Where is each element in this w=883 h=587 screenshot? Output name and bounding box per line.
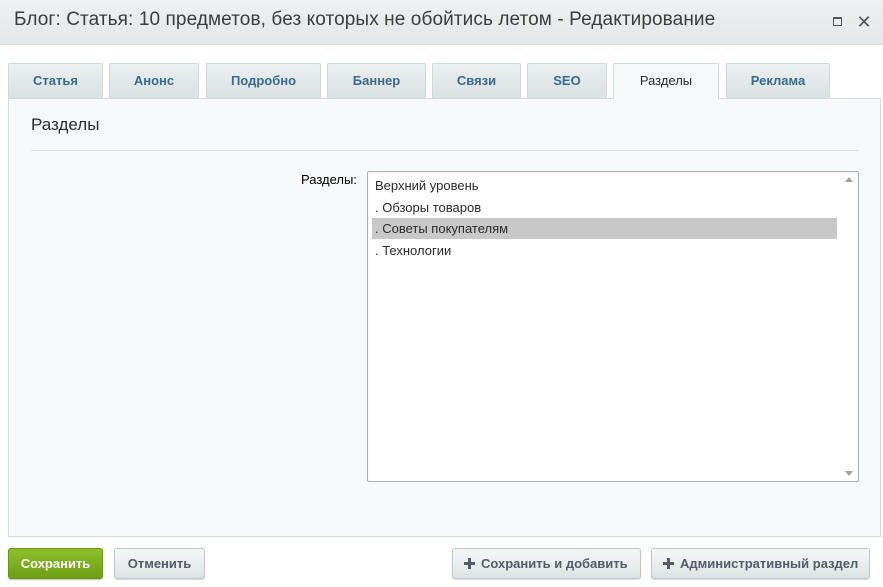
scroll-down-icon[interactable] (845, 471, 853, 476)
maximize-icon[interactable] (828, 13, 846, 31)
tab-seo[interactable]: SEO (527, 63, 607, 98)
plus-icon (464, 558, 475, 569)
tab-ads[interactable]: Реклама (726, 63, 830, 98)
sections-field-label: Разделы: (301, 172, 357, 187)
tab-bar: Статья Анонс Подробно Баннер Связи SEO Р… (0, 45, 883, 99)
tab-announce[interactable]: Анонс (109, 63, 199, 98)
window-titlebar: Блог: Статья: 10 предметов, без которых … (0, 0, 883, 45)
admin-section-label: Административный раздел (680, 556, 859, 571)
list-item-technologies[interactable]: . Технологии (372, 240, 837, 261)
tab-links[interactable]: Связи (432, 63, 521, 98)
panel-title: Разделы (31, 115, 100, 134)
save-and-add-button[interactable]: Сохранить и добавить (452, 548, 641, 579)
close-icon[interactable]: ✕ (855, 13, 873, 31)
sections-panel: Разделы Разделы: Верхний уровень . Обзор… (8, 98, 881, 537)
tab-article[interactable]: Статья (8, 63, 103, 98)
sections-listbox[interactable]: Верхний уровень . Обзоры товаров . Совет… (367, 171, 859, 482)
save-button[interactable]: Сохранить (8, 548, 103, 579)
scroll-up-icon[interactable] (845, 177, 853, 182)
tab-sections[interactable]: Разделы (613, 63, 719, 99)
listbox-scrollbar[interactable] (841, 172, 858, 481)
tab-banner[interactable]: Баннер (327, 63, 426, 98)
list-item-buyer-tips[interactable]: . Советы покупателям (372, 218, 837, 239)
footer-toolbar: Сохранить Отменить Сохранить и добавить … (0, 537, 883, 587)
tab-details[interactable]: Подробно (206, 63, 321, 98)
list-item-top-level[interactable]: Верхний уровень (372, 175, 837, 196)
list-item-product-reviews[interactable]: . Обзоры товаров (372, 197, 837, 218)
divider (31, 150, 859, 151)
plus-icon (663, 558, 674, 569)
save-and-add-label: Сохранить и добавить (481, 556, 628, 571)
window-title: Блог: Статья: 10 предметов, без которых … (14, 9, 716, 30)
admin-section-button[interactable]: Административный раздел (651, 548, 870, 579)
cancel-button[interactable]: Отменить (114, 548, 205, 579)
